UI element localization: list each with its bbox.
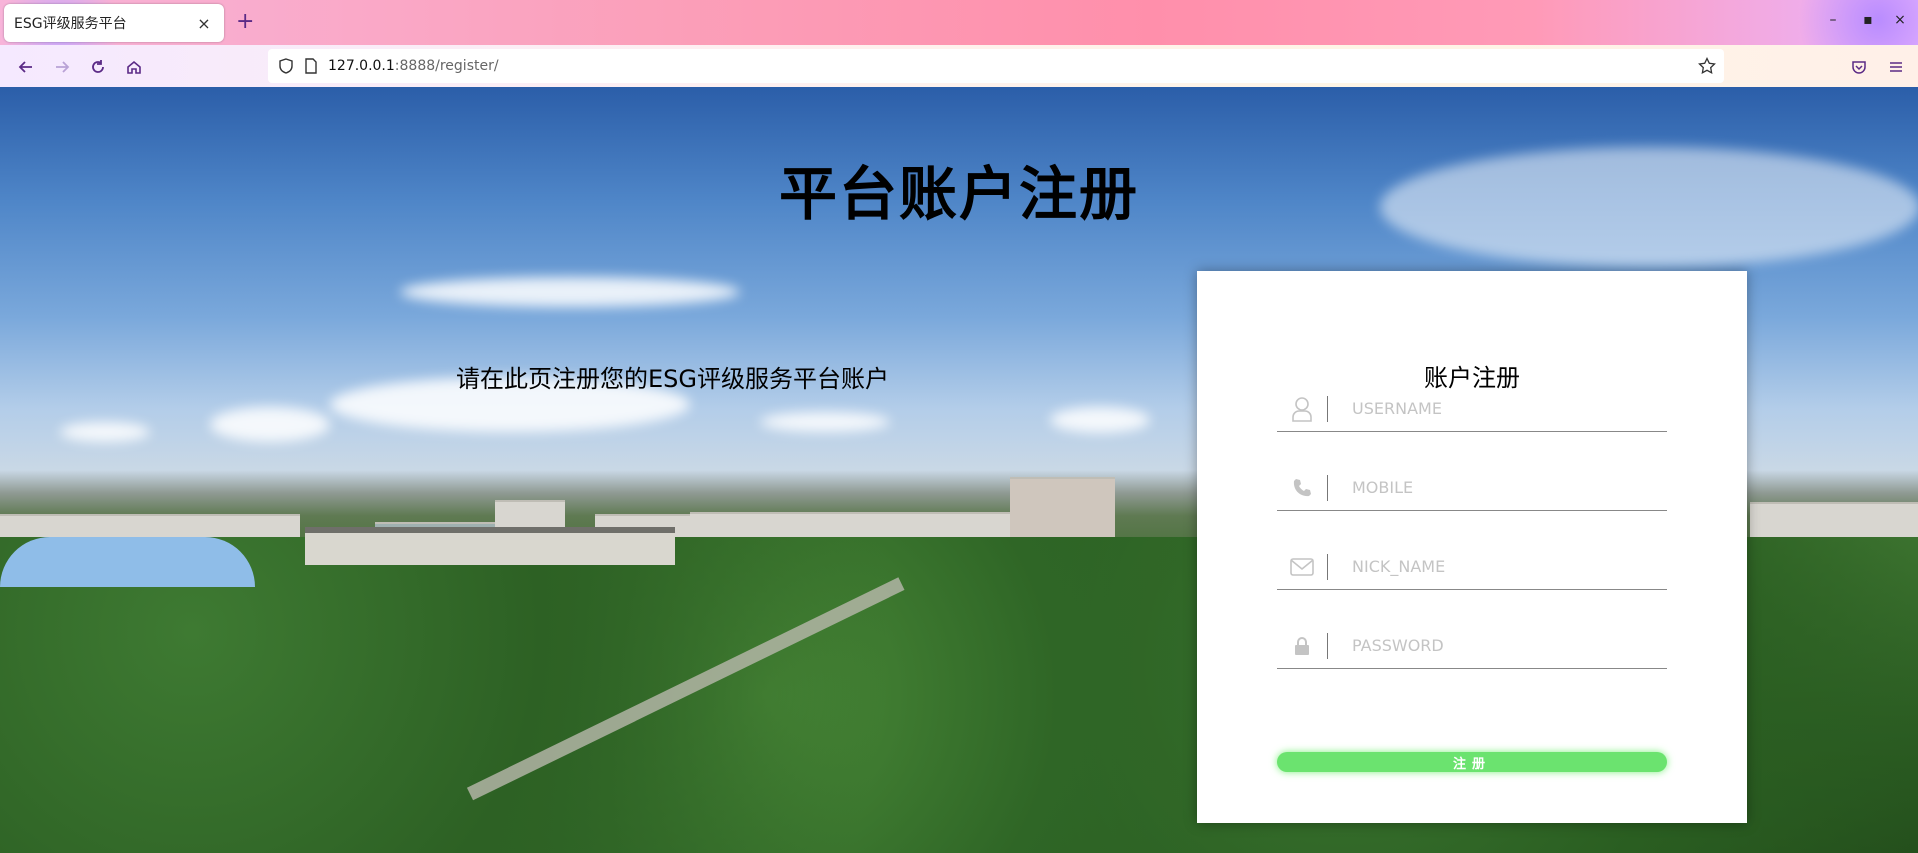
nickname-field (1277, 544, 1667, 590)
register-button[interactable]: 注册 (1277, 752, 1667, 772)
pocket-icon (1852, 61, 1866, 74)
field-separator (1327, 474, 1328, 501)
tab-title: ESG评级服务平台 (14, 16, 127, 32)
mobile-field (1277, 465, 1667, 511)
cloud (1050, 407, 1150, 433)
hall-building (305, 527, 675, 565)
page-icon (305, 58, 317, 74)
building (1010, 477, 1115, 542)
close-window-button[interactable]: × (1890, 12, 1910, 28)
arrow-left-icon (18, 61, 32, 73)
username-field (1277, 386, 1667, 432)
password-input[interactable] (1352, 636, 1652, 655)
lock-icon (1277, 631, 1327, 661)
user-icon (1277, 394, 1327, 424)
field-separator (1327, 553, 1328, 580)
register-form: 账户注册 USERNAME MOBILE NICK_NAME 注册 (1197, 271, 1747, 823)
building (1750, 502, 1918, 542)
reload-icon (92, 60, 104, 73)
nickname-input[interactable] (1352, 557, 1652, 576)
password-field (1277, 623, 1667, 669)
url-path: :8888/register/ (394, 58, 499, 74)
home-button[interactable] (122, 55, 146, 79)
browser-tabbar: ESG评级服务平台 × + – ▪ × (0, 0, 1918, 45)
cloud (400, 277, 740, 307)
phone-icon (1277, 473, 1327, 503)
maximize-window-button[interactable]: ▪ (1858, 12, 1878, 28)
close-tab-icon[interactable]: × (194, 14, 214, 33)
mobile-input[interactable] (1352, 478, 1652, 497)
arrow-right-icon (56, 61, 70, 73)
new-tab-button[interactable]: + (236, 10, 254, 34)
browser-navbar: 127.0.0.1:8888/register/ (0, 45, 1918, 87)
cloud (210, 407, 330, 442)
pocket-button[interactable] (1847, 55, 1871, 79)
page-title: 平台账户注册 (778, 160, 1139, 228)
field-separator (1327, 632, 1328, 659)
page-subtitle: 请在此页注册您的ESG评级服务平台账户 (456, 365, 889, 393)
cloud (760, 412, 890, 432)
field-separator (1327, 395, 1328, 422)
url-host: 127.0.0.1 (328, 58, 395, 74)
envelope-icon (1277, 552, 1327, 582)
hamburger-menu-icon (1890, 62, 1902, 72)
menu-button[interactable] (1884, 55, 1908, 79)
browser-tab[interactable]: ESG评级服务平台 × (4, 4, 224, 42)
reload-button[interactable] (86, 55, 110, 79)
username-input[interactable] (1352, 399, 1652, 418)
star-bookmark-icon[interactable] (1698, 57, 1716, 75)
register-page: 平台账户注册 请在此页注册您的ESG评级服务平台账户 账户注册 USERNAME… (0, 87, 1918, 853)
forward-button[interactable] (50, 55, 74, 79)
stadium-roof (0, 537, 255, 587)
cloud (60, 422, 150, 442)
address-bar[interactable]: 127.0.0.1:8888/register/ (268, 49, 1724, 83)
minimize-window-button[interactable]: – (1823, 12, 1843, 28)
shield-icon (279, 58, 293, 74)
back-button[interactable] (14, 55, 38, 79)
home-icon (127, 60, 141, 74)
